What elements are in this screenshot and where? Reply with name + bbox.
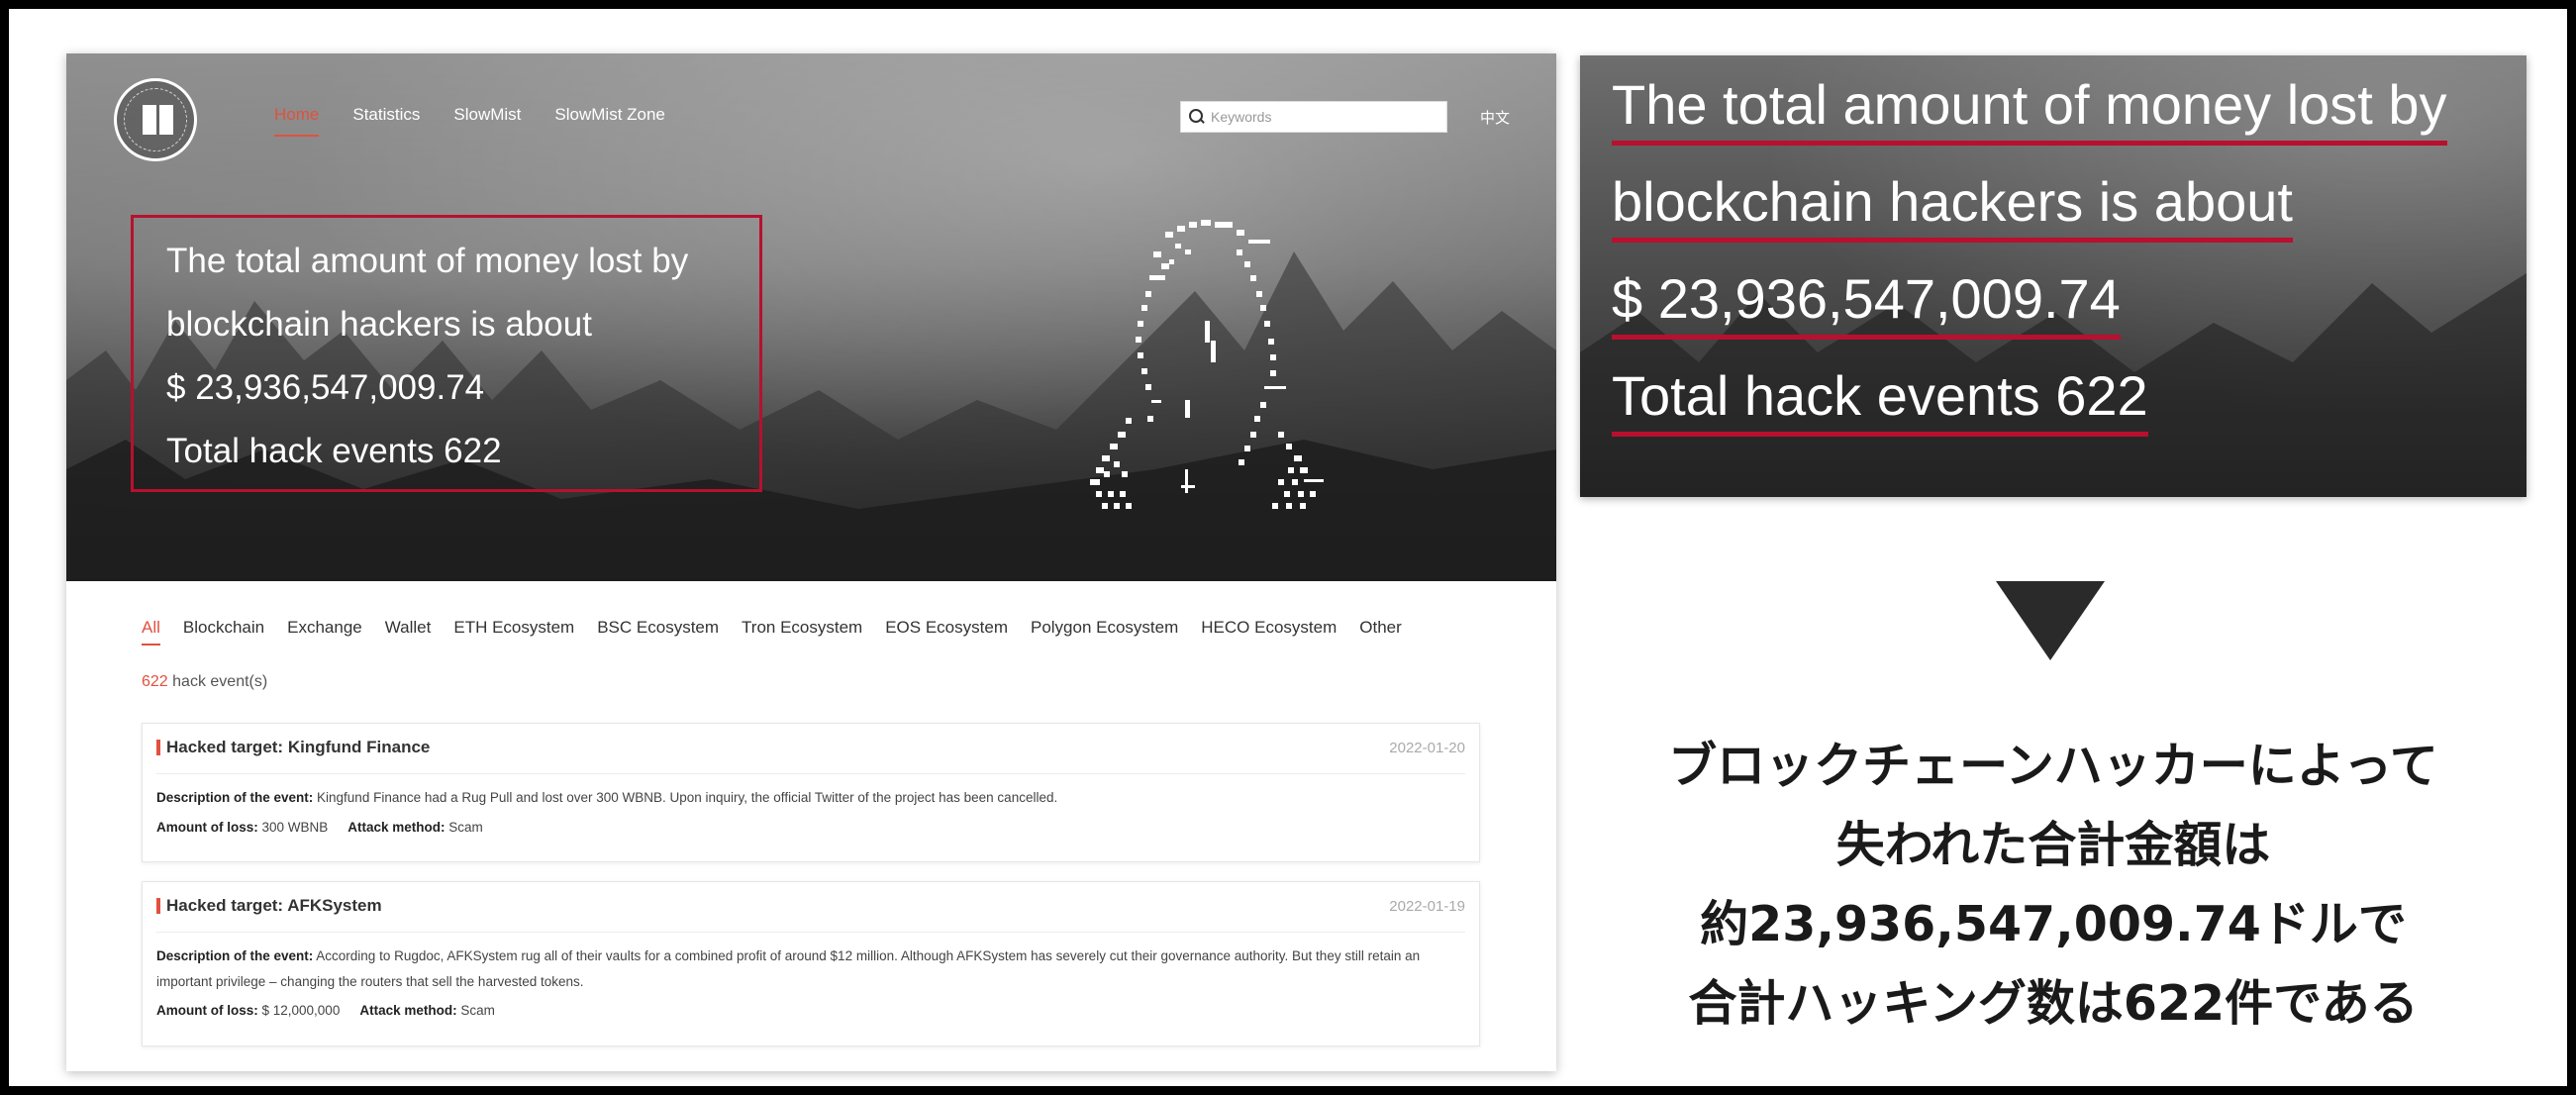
event-meta: Amount of loss: $ 12,000,000 Attack metho… xyxy=(156,1003,495,1018)
search-box xyxy=(1180,101,1447,133)
tab-blockchain[interactable]: Blockchain xyxy=(183,618,264,646)
event-count-number: 622 xyxy=(142,673,168,690)
zoomed-stats-panel: The total amount of money lost by blockc… xyxy=(1580,55,2526,497)
event-title[interactable]: Hacked target: AFKSystem xyxy=(166,896,382,916)
tab-tron-ecosystem[interactable]: Tron Ecosystem xyxy=(742,618,862,646)
zoom-line1: The total amount of money lost by xyxy=(1612,73,2447,146)
tab-all[interactable]: All xyxy=(142,618,160,646)
logo-book-right xyxy=(159,105,173,135)
nav-statistics[interactable]: Statistics xyxy=(352,105,420,137)
zoom-events: Total hack events 622 xyxy=(1612,364,2148,437)
language-toggle[interactable]: 中文 xyxy=(1480,107,1510,128)
loss-value: 300 WBNB xyxy=(257,820,329,835)
description-text: According to Rugdoc, AFKSystem rug all o… xyxy=(156,948,1421,989)
pixel-hacker-illustration xyxy=(1090,220,1324,509)
jp-line1: ブロックチェーンハッカーによって xyxy=(1668,738,2438,794)
hero-stat-line1: The total amount of money lost by xyxy=(166,242,689,280)
hero-stats-highlight: The total amount of money lost by blockc… xyxy=(131,215,762,492)
jp-line3: 約23,936,547,009.74ドルで xyxy=(1700,896,2407,952)
image-frame: Home Statistics SlowMist SlowMist Zone 中… xyxy=(0,0,2576,1095)
main-nav: Home Statistics SlowMist SlowMist Zone xyxy=(274,105,699,137)
category-tabs: All Blockchain Exchange Wallet ETH Ecosy… xyxy=(142,618,1425,646)
event-date: 2022-01-19 xyxy=(1389,898,1465,915)
red-marker-icon xyxy=(156,740,160,755)
hero-stat-line2: blockchain hackers is about xyxy=(166,305,592,344)
logo-book-left xyxy=(143,105,156,135)
nav-home[interactable]: Home xyxy=(274,105,320,137)
event-count-suffix: hack event(s) xyxy=(167,673,268,690)
event-description: Description of the event: Kingfund Finan… xyxy=(156,785,1459,811)
divider xyxy=(156,773,1465,774)
website-screenshot: Home Statistics SlowMist SlowMist Zone 中… xyxy=(66,53,1556,1071)
method-label: Attack method: xyxy=(347,820,446,835)
event-meta: Amount of loss: 300 WBNB Attack method: S… xyxy=(156,820,483,835)
divider xyxy=(156,932,1465,933)
loss-value: $ 12,000,000 xyxy=(257,1003,341,1018)
description-label: Description of the event: xyxy=(156,948,314,963)
event-card-header: Hacked target: AFKSystem xyxy=(156,896,382,916)
description-text: Kingfund Finance had a Rug Pull and lost… xyxy=(313,790,1058,805)
tab-eth-ecosystem[interactable]: ETH Ecosystem xyxy=(453,618,574,646)
hero-banner: Home Statistics SlowMist SlowMist Zone 中… xyxy=(66,53,1556,581)
description-label: Description of the event: xyxy=(156,790,314,805)
tab-eos-ecosystem[interactable]: EOS Ecosystem xyxy=(885,618,1008,646)
red-marker-icon xyxy=(156,898,160,914)
event-title[interactable]: Hacked target: Kingfund Finance xyxy=(166,738,430,757)
method-value: Scam xyxy=(445,820,483,835)
event-date: 2022-01-20 xyxy=(1389,740,1465,756)
method-label: Attack method: xyxy=(359,1003,457,1018)
hero-stat-events: Total hack events 622 xyxy=(166,432,502,470)
jp-line4: 合計ハッキング数は622件である xyxy=(1688,975,2419,1032)
zoom-amount: $ 23,936,547,009.74 xyxy=(1612,267,2121,340)
tab-exchange[interactable]: Exchange xyxy=(287,618,362,646)
search-input[interactable] xyxy=(1211,109,1438,125)
loss-label: Amount of loss: xyxy=(156,820,258,835)
event-count: 622 hack event(s) xyxy=(142,673,267,691)
method-value: Scam xyxy=(456,1003,495,1018)
loss-label: Amount of loss: xyxy=(156,1003,258,1018)
nav-slowmist-zone[interactable]: SlowMist Zone xyxy=(554,105,664,137)
search-icon[interactable] xyxy=(1189,109,1205,125)
hero-stat-amount: $ 23,936,547,009.74 xyxy=(166,368,485,407)
tab-other[interactable]: Other xyxy=(1359,618,1402,646)
event-description: Description of the event: According to R… xyxy=(156,944,1459,995)
nav-slowmist[interactable]: SlowMist xyxy=(453,105,521,137)
slowmist-logo[interactable] xyxy=(114,78,197,161)
japanese-caption: ブロックチェーンハッカーによって 失われた合計金額は 約23,936,547,0… xyxy=(1580,727,2526,1044)
tab-bsc-ecosystem[interactable]: BSC Ecosystem xyxy=(597,618,719,646)
event-card[interactable]: Hacked target: Kingfund Finance 2022-01-… xyxy=(142,723,1480,862)
event-card-header: Hacked target: Kingfund Finance xyxy=(156,738,430,757)
jp-line2: 失われた合計金額は xyxy=(1835,817,2271,873)
event-card[interactable]: Hacked target: AFKSystem 2022-01-19 Desc… xyxy=(142,881,1480,1046)
down-arrow-icon xyxy=(1996,581,2105,660)
zoom-line2: blockchain hackers is about xyxy=(1612,170,2293,243)
tab-polygon-ecosystem[interactable]: Polygon Ecosystem xyxy=(1031,618,1178,646)
tab-heco-ecosystem[interactable]: HECO Ecosystem xyxy=(1201,618,1337,646)
tab-wallet[interactable]: Wallet xyxy=(385,618,432,646)
